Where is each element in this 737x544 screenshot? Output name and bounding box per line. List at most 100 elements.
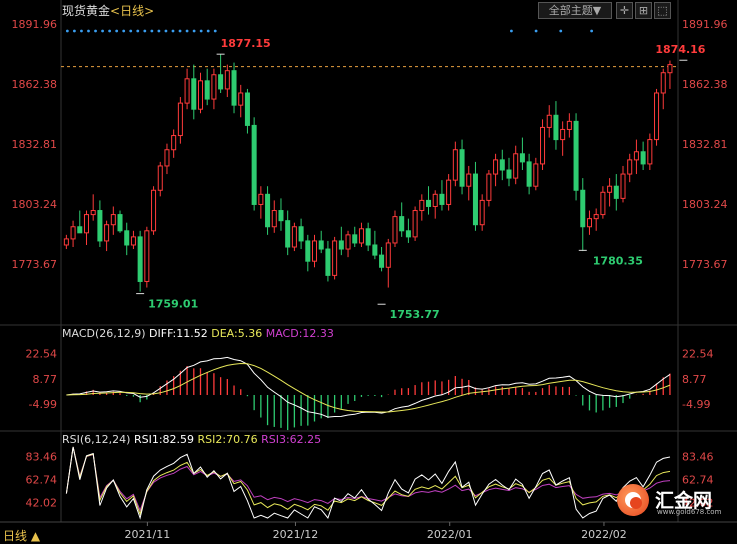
candle-body [104,224,110,242]
candle-body [405,230,411,238]
candle-body [171,135,177,151]
event-dot [73,29,76,33]
candle-body [218,74,224,90]
candle-body [553,114,559,141]
candle-body [533,163,539,187]
candle-body [345,234,351,250]
candle-body [305,240,311,262]
theme-dropdown-button[interactable]: 全部主题▼ [538,2,612,19]
macd-tick-right: -4.99 [682,398,710,411]
event-dot [65,29,69,33]
event-dot [534,29,538,33]
instrument-name: 现货黄金 [62,4,111,18]
rsi-tick-left: 42.02 [26,496,58,509]
grid-icon[interactable]: ⊞ [635,2,652,19]
event-dot [87,29,90,33]
candle-body [466,173,472,187]
brand-logo: 汇金网 www.gold678.com [617,484,732,518]
candle-body [513,153,519,179]
candle-body [372,244,378,256]
candle-body [332,240,338,276]
candle-body [83,214,89,234]
macd-tick-right: 8.77 [682,373,707,386]
candle-body [177,102,183,137]
candle-body [446,179,452,205]
candle-body [385,242,391,268]
price-tick-right: 1862.38 [682,78,728,91]
candle-body [137,236,143,282]
candle-body [426,199,432,207]
brand-logo-icon [617,484,649,516]
candle-body [124,230,130,246]
fullscreen-icon[interactable]: ⬚ [654,2,671,19]
candle-body [493,159,499,175]
candle-body [566,120,572,130]
candle-body [432,193,438,207]
candle-body [325,248,331,276]
extreme-value-label: 1874.16 [655,43,705,56]
rsi-panel [65,446,671,520]
price-tick-right: 1891.96 [682,18,728,31]
price-tick-left: 1832.81 [12,138,58,151]
candle-body [459,149,465,187]
candle-body [660,72,666,94]
candle-body [278,210,284,222]
candle-body [224,70,230,90]
macd-diff-value: DIFF:11.52 [149,327,208,340]
candle-body [600,191,606,216]
event-dot [136,29,140,33]
candle-body [439,193,445,205]
candle-body [620,173,626,199]
price-tick-left: 1862.38 [12,78,58,91]
event-dot [178,29,182,33]
candle-body [399,216,405,232]
candle-body [586,218,592,228]
extreme-value-label: 1759.01 [148,298,198,311]
candle-body [506,169,512,179]
chart-canvas: 1877.15 1874.16 1759.01 1753.77 1780.35 1891… [0,0,737,541]
candlestick-series [63,54,673,292]
macd-panel [66,356,671,431]
candle-body [452,149,458,181]
time-tick-label: 2021/12 [273,528,319,541]
candle-body [291,226,297,248]
event-dot [590,29,594,33]
extreme-value-label: 1780.35 [593,254,643,267]
event-dot [150,29,154,33]
event-dot [206,29,210,33]
candle-body [70,226,76,240]
time-tick-label: 2021/11 [125,528,171,541]
event-dot [115,29,119,33]
event-dot [122,29,126,33]
price-tick-right: 1832.81 [682,138,728,151]
candle-body [258,193,264,205]
price-tick-right: 1773.67 [682,258,728,271]
candle-body [627,159,633,175]
candle-body [654,92,660,141]
candle-body [526,161,532,187]
event-dot [199,29,203,33]
event-dot [94,29,97,33]
timeframe-label: <日线> [110,4,155,18]
candle-body [607,185,613,193]
macd-diff-line [66,356,671,418]
candle-body [472,173,478,226]
candle-body [265,193,271,228]
candle-body [211,74,217,100]
candle-body [231,70,237,106]
candle-body [251,124,257,205]
candle-body [238,92,244,106]
event-dot [213,29,217,33]
time-tick-label: 2022/01 [427,528,473,541]
crosshair-icon[interactable]: ✛ [616,2,633,19]
candle-body [117,214,123,232]
candle-body [392,216,398,244]
extreme-value-label: 1753.77 [390,308,440,321]
candle-body [352,234,358,244]
event-dot [108,29,112,33]
candle-body [157,165,163,191]
candle-body [197,80,204,110]
event-dot [101,29,104,33]
timeframe-tab[interactable]: 日线 ▲ [3,527,40,544]
event-markers [65,29,594,33]
